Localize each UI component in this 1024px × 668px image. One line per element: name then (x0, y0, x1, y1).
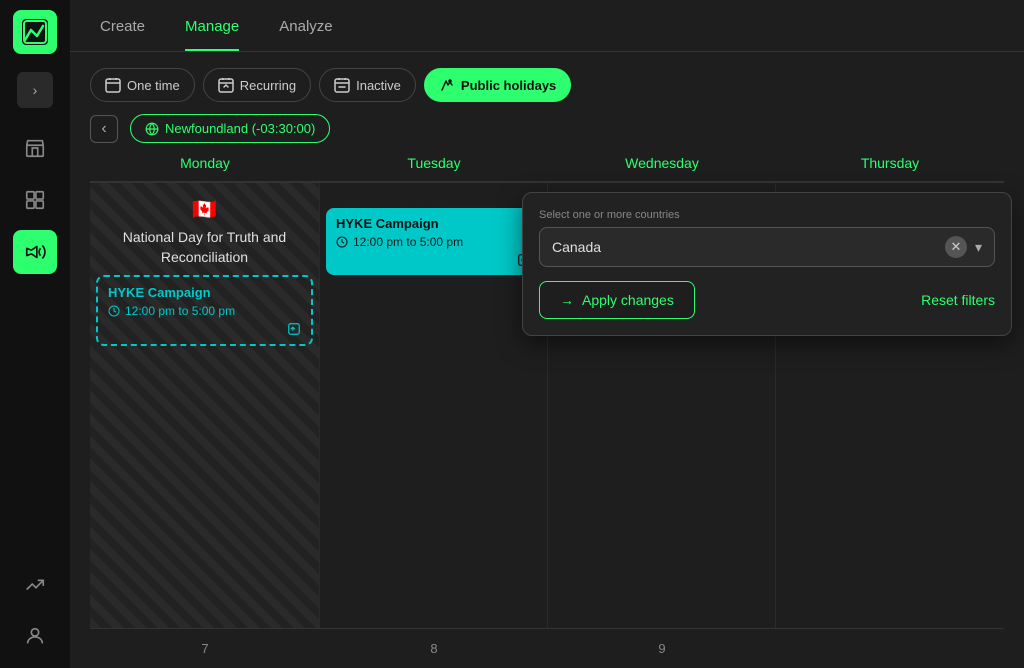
day-number-tuesday: 1 (326, 189, 541, 204)
day-header-tuesday: Tuesday (320, 151, 548, 175)
filter-tab-public-holidays[interactable]: Public holidays (424, 68, 571, 102)
campaign-card-monday[interactable]: HYKE Campaign 12:00 pm to 5:00 pm (96, 275, 313, 346)
sidebar-item-analytics[interactable] (13, 562, 57, 606)
recurring-small-icon (287, 322, 301, 336)
bottom-num-thursday (776, 637, 1004, 660)
bottom-num-monday: 7 (90, 637, 320, 660)
calendar-header: ‹ Newfoundland (-03:30:00) (90, 102, 1004, 151)
sidebar: › (0, 0, 70, 668)
top-nav: Create Manage Analyze (70, 0, 1024, 52)
calendar-icon (105, 77, 121, 93)
tab-create[interactable]: Create (100, 18, 145, 51)
clock-icon (108, 305, 120, 317)
dropdown-label: Select one or more countries (539, 209, 995, 221)
inactive-icon (334, 77, 350, 93)
globe-icon (145, 122, 159, 136)
day-headers: Monday Tuesday Wednesday Thursday (90, 151, 1004, 182)
bottom-row: 7 8 9 (90, 628, 1004, 668)
tab-analyze[interactable]: Analyze (279, 18, 332, 51)
holiday-title: National Day for Truth and Reconciliatio… (96, 228, 313, 267)
timezone-badge[interactable]: Newfoundland (-03:30:00) (130, 114, 330, 143)
campaign-card-tuesday[interactable]: HYKE Campaign › 12:00 pm to 5:00 pm (326, 208, 541, 275)
sidebar-item-account[interactable] (13, 614, 57, 658)
country-dropdown-panel: Select one or more countries Canada ✕ ▾ … (522, 192, 1012, 336)
campaign-time-monday: 12:00 pm to 5:00 pm (108, 304, 301, 318)
filter-tab-one-time[interactable]: One time (90, 68, 195, 102)
bottom-num-wednesday: 9 (548, 637, 776, 660)
reset-filters-button[interactable]: Reset filters (921, 292, 995, 308)
clock-icon-tuesday (336, 236, 348, 248)
dropdown-actions: → Apply changes Reset filters (539, 281, 995, 319)
recurring-icon (218, 77, 234, 93)
tab-manage[interactable]: Manage (185, 18, 239, 51)
calendar-back-button[interactable]: ‹ (90, 115, 118, 143)
campaign-title-tuesday: HYKE Campaign › (336, 216, 531, 231)
filter-tabs: One time Recurring Inactive (70, 52, 1024, 102)
party-icon (439, 77, 455, 93)
day-header-wednesday: Wednesday (548, 151, 776, 175)
campaign-recurring-icon (108, 322, 301, 336)
main-content: Create Manage Analyze One time Recurring (70, 0, 1024, 668)
campaign-icon-tuesday (336, 253, 531, 267)
calendar-area: ‹ Newfoundland (-03:30:00) Monday Tuesda… (70, 102, 1024, 668)
apply-arrow-icon: → (560, 292, 574, 308)
bottom-num-tuesday: 8 (320, 637, 548, 660)
filter-tab-inactive[interactable]: Inactive (319, 68, 416, 102)
holiday-flag: 🇨🇦 (96, 197, 313, 222)
sidebar-item-grid[interactable] (13, 178, 57, 222)
apply-changes-button[interactable]: → Apply changes (539, 281, 695, 319)
selected-country: Canada (552, 239, 937, 255)
sidebar-toggle[interactable]: › (17, 72, 53, 108)
day-header-monday: Monday (90, 151, 320, 175)
sidebar-item-campaigns[interactable] (13, 230, 57, 274)
app-logo (13, 10, 57, 54)
day-cell-tuesday: 1 HYKE Campaign › 12:00 pm to 5:00 pm (320, 182, 548, 628)
country-input[interactable]: Canada ✕ ▾ (539, 227, 995, 267)
clear-country-button[interactable]: ✕ (945, 236, 967, 258)
chevron-down-icon: ▾ (975, 239, 982, 256)
campaign-time-tuesday: 12:00 pm to 5:00 pm (336, 235, 531, 249)
day-header-thursday: Thursday (776, 151, 1004, 175)
day-cell-monday: 🇨🇦 National Day for Truth and Reconcilia… (90, 182, 320, 628)
sidebar-item-store[interactable] (13, 126, 57, 170)
campaign-title-monday: HYKE Campaign (108, 285, 301, 300)
filter-tab-recurring[interactable]: Recurring (203, 68, 311, 102)
